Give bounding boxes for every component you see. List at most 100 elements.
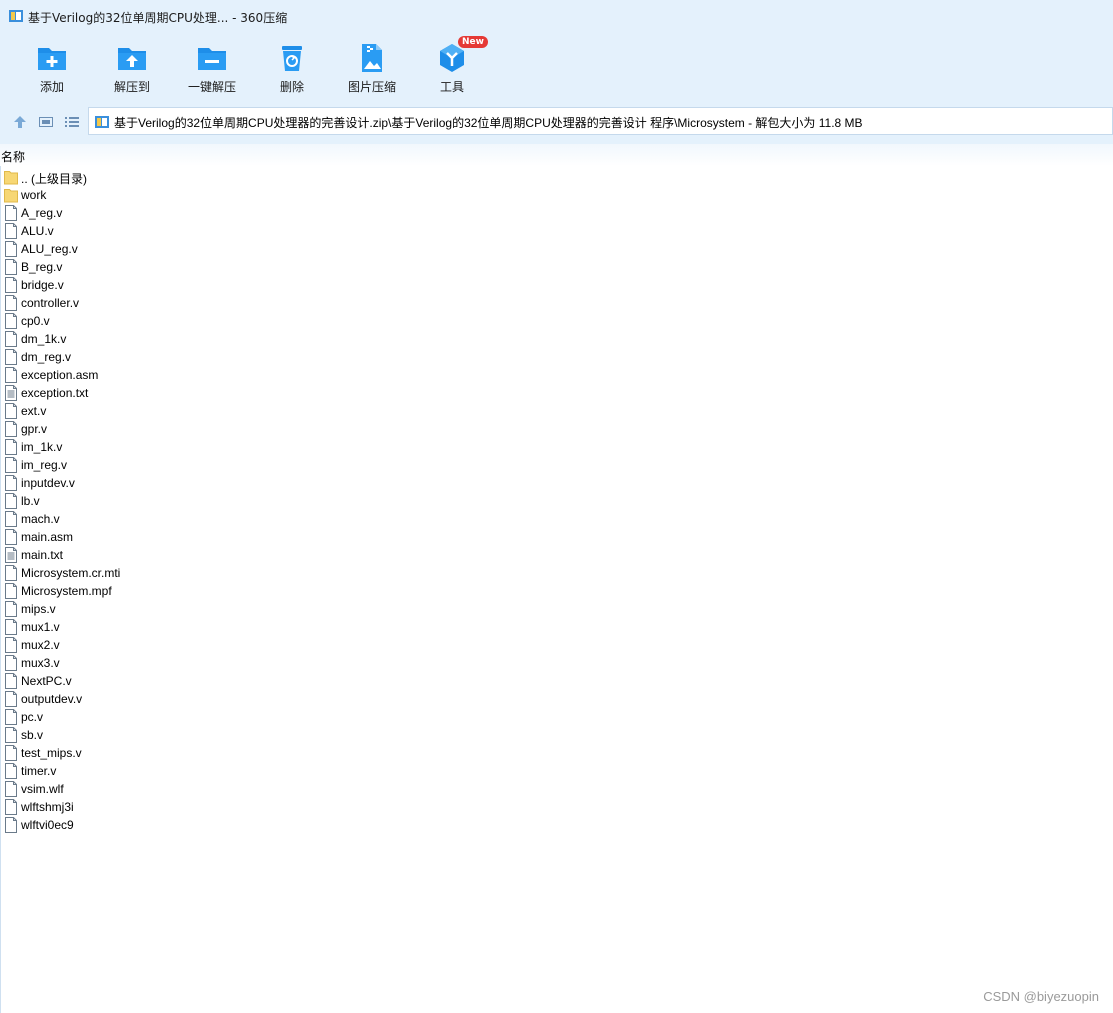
file-name: lb.v xyxy=(21,494,40,508)
list-item[interactable]: work xyxy=(0,186,200,204)
file-name: exception.txt xyxy=(21,386,89,400)
list-item[interactable]: A_reg.v xyxy=(0,204,200,222)
list-item[interactable]: pc.v xyxy=(0,708,200,726)
list-item[interactable]: exception.txt xyxy=(0,384,200,402)
image-compress-label: 图片压缩 xyxy=(347,80,396,94)
add-label: 添加 xyxy=(39,80,64,94)
app-icon xyxy=(9,10,23,22)
file-icon xyxy=(4,295,18,311)
list-item[interactable]: mips.v xyxy=(0,600,200,618)
image-compress-icon xyxy=(362,44,382,72)
list-item[interactable]: im_1k.v xyxy=(0,438,200,456)
file-name: mux3.v xyxy=(21,656,60,670)
list-item[interactable]: mux2.v xyxy=(0,636,200,654)
file-name: A_reg.v xyxy=(21,206,63,220)
text-file-icon xyxy=(4,385,18,401)
text-file-icon xyxy=(4,547,18,563)
list-item[interactable]: dm_reg.v xyxy=(0,348,200,366)
list-item[interactable]: ALU.v xyxy=(0,222,200,240)
file-icon xyxy=(4,439,18,455)
file-icon xyxy=(4,817,18,833)
file-icon xyxy=(4,277,18,293)
list-item[interactable]: ALU_reg.v xyxy=(0,240,200,258)
file-name: timer.v xyxy=(21,764,57,778)
file-name: wlftvi0ec9 xyxy=(21,818,74,832)
list-item[interactable]: im_reg.v xyxy=(0,456,200,474)
add-button[interactable]: 添加 xyxy=(12,38,92,98)
up-arrow-icon[interactable] xyxy=(12,114,28,130)
file-icon xyxy=(4,349,18,365)
file-icon xyxy=(4,331,18,347)
file-icon xyxy=(4,511,18,527)
title-bar: 基于Verilog的32位单周期CPU处理... - 360压缩 xyxy=(0,0,1113,32)
list-item[interactable]: timer.v xyxy=(0,762,200,780)
list-item[interactable]: vsim.wlf xyxy=(0,780,200,798)
list-item[interactable]: main.asm xyxy=(0,528,200,546)
one-click-extract-label: 一键解压 xyxy=(187,80,236,94)
file-name: cp0.v xyxy=(21,314,50,328)
list-item[interactable]: NextPC.v xyxy=(0,672,200,690)
file-icon xyxy=(4,259,18,275)
name-column-header[interactable]: 名称 xyxy=(1,148,25,165)
delete-label: 删除 xyxy=(279,80,304,94)
extract-to-button[interactable]: 解压到 xyxy=(92,38,172,98)
list-item[interactable]: bridge.v xyxy=(0,276,200,294)
list-item[interactable]: mux1.v xyxy=(0,618,200,636)
list-item[interactable]: main.txt xyxy=(0,546,200,564)
window-title: 基于Verilog的32位单周期CPU处理... - 360压缩 xyxy=(28,11,288,25)
file-name: pc.v xyxy=(21,710,44,724)
file-icon xyxy=(4,367,18,383)
address-bar[interactable]: 基于Verilog的32位单周期CPU处理器的完善设计.zip\基于Verilo… xyxy=(88,107,1113,135)
file-name: mach.v xyxy=(21,512,60,526)
file-icon xyxy=(4,601,18,617)
file-name: main.txt xyxy=(21,548,64,562)
list-item[interactable]: cp0.v xyxy=(0,312,200,330)
file-name: B_reg.v xyxy=(21,260,63,274)
file-icon xyxy=(4,619,18,635)
list-item[interactable]: sb.v xyxy=(0,726,200,744)
file-name: mux1.v xyxy=(21,620,60,634)
file-icon xyxy=(4,529,18,545)
list-item[interactable]: mux3.v xyxy=(0,654,200,672)
list-item[interactable]: outputdev.v xyxy=(0,690,200,708)
delete-icon xyxy=(282,46,302,71)
file-icon xyxy=(4,421,18,437)
file-icon xyxy=(4,205,18,221)
list-item[interactable]: lb.v xyxy=(0,492,200,510)
file-icon xyxy=(4,313,18,329)
list-item[interactable]: Microsystem.mpf xyxy=(0,582,200,600)
delete-button[interactable]: 删除 xyxy=(252,38,332,98)
list-item[interactable]: ext.v xyxy=(0,402,200,420)
list-item[interactable]: .. (上级目录) xyxy=(0,168,200,186)
file-name: NextPC.v xyxy=(21,674,72,688)
image-compress-button[interactable]: 图片压缩 xyxy=(332,38,412,98)
list-item[interactable]: inputdev.v xyxy=(0,474,200,492)
file-name: gpr.v xyxy=(21,422,48,436)
list-view-icon[interactable] xyxy=(64,114,80,130)
one-click-extract-button[interactable]: 一键解压 xyxy=(172,38,252,98)
file-icon xyxy=(4,475,18,491)
list-item[interactable]: gpr.v xyxy=(0,420,200,438)
list-item[interactable]: Microsystem.cr.mti xyxy=(0,564,200,582)
file-icon xyxy=(4,241,18,257)
list-item[interactable]: wlftvi0ec9 xyxy=(0,816,200,834)
folder-icon xyxy=(4,187,18,203)
file-name: exception.asm xyxy=(21,368,99,382)
file-icon xyxy=(4,223,18,239)
list-item[interactable]: test_mips.v xyxy=(0,744,200,762)
list-item[interactable]: exception.asm xyxy=(0,366,200,384)
file-name: mips.v xyxy=(21,602,56,616)
file-name: .. (上级目录) xyxy=(21,172,87,186)
one-click-extract-icon xyxy=(198,48,226,70)
extract-to-label: 解压到 xyxy=(113,80,150,94)
list-item[interactable]: dm_1k.v xyxy=(0,330,200,348)
list-item[interactable]: wlftshmj3i xyxy=(0,798,200,816)
file-icon xyxy=(4,691,18,707)
file-name: Microsystem.mpf xyxy=(21,584,112,598)
file-icon xyxy=(4,637,18,653)
list-item[interactable]: mach.v xyxy=(0,510,200,528)
list-item[interactable]: controller.v xyxy=(0,294,200,312)
list-item[interactable]: B_reg.v xyxy=(0,258,200,276)
tools-button[interactable]: New 工具 xyxy=(412,36,492,98)
thumbnail-view-icon[interactable] xyxy=(38,114,54,130)
